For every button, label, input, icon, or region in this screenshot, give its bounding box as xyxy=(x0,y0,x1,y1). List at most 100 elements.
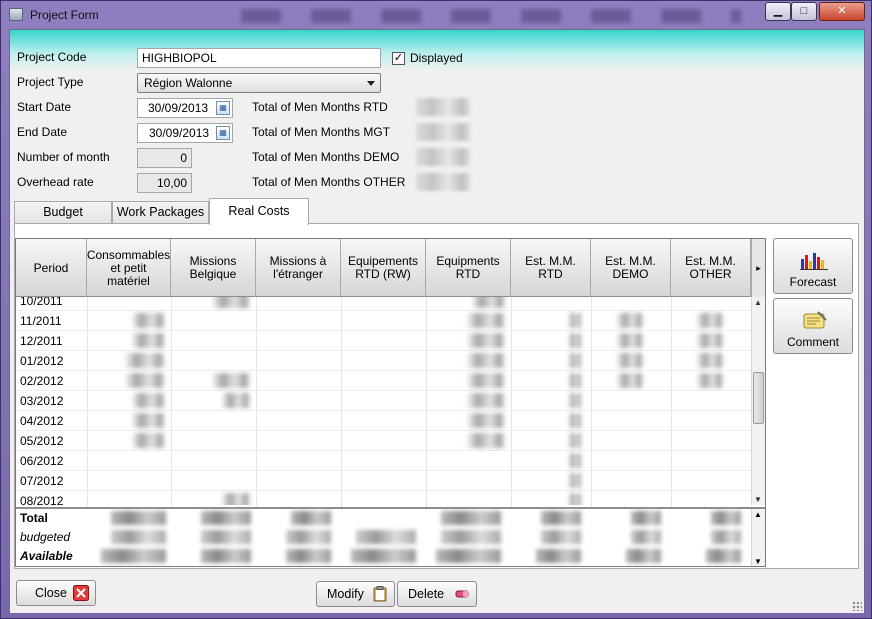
scroll-down-icon[interactable]: ▼ xyxy=(754,557,762,566)
tab-real-costs[interactable]: Real Costs xyxy=(209,198,309,225)
number-of-month-field: 0 xyxy=(137,148,192,168)
eraser-icon xyxy=(455,590,469,598)
redacted-cell xyxy=(568,453,582,468)
maximize-button[interactable]: □ xyxy=(791,2,817,21)
scroll-down-icon[interactable]: ▼ xyxy=(754,495,762,504)
scroll-up-icon[interactable]: ▲ xyxy=(754,298,762,307)
displayed-checkbox[interactable]: ✓ xyxy=(392,52,405,65)
col-header-est-mm-other[interactable]: Est. M.M. OTHER xyxy=(671,239,751,297)
redacted-cell xyxy=(466,433,506,448)
scroll-right-button[interactable]: ▸ xyxy=(751,239,765,297)
overhead-rate-input[interactable]: 10,00 xyxy=(137,173,192,193)
col-header-consommables[interactable]: Consommables et petit matériel xyxy=(87,239,171,297)
totals-scrollbar[interactable]: ▲ ▼ xyxy=(751,509,765,566)
blurred-background-strip xyxy=(241,9,741,23)
app-icon xyxy=(9,8,23,21)
scroll-up-icon[interactable]: ▲ xyxy=(754,510,762,519)
table-row[interactable]: 03/2012 xyxy=(16,391,751,411)
tab-work-packages[interactable]: Work Packages xyxy=(112,201,209,224)
real-costs-panel: Period Consommables et petit matériel Mi… xyxy=(14,223,859,569)
redacted-cell xyxy=(568,433,582,448)
total-mm-other-label: Total of Men Months OTHER xyxy=(252,175,406,189)
redacted-cell xyxy=(131,313,166,328)
grid-header: Period Consommables et petit matériel Mi… xyxy=(16,239,765,297)
col-header-est-mm-rtd[interactable]: Est. M.M. RTD xyxy=(511,239,591,297)
redacted-budget xyxy=(711,530,741,544)
tab-budget[interactable]: Budget xyxy=(14,201,112,224)
note-pencil-icon xyxy=(803,311,827,329)
redacted-cell xyxy=(568,393,582,408)
resize-grip[interactable] xyxy=(852,601,862,611)
redacted-cell xyxy=(131,413,166,428)
form-client-area: Project Code HIGHBIOPOL ✓ Displayed Proj… xyxy=(9,29,865,613)
delete-button[interactable]: Delete xyxy=(397,581,477,607)
redacted-total xyxy=(111,511,166,525)
total-mm-demo-value xyxy=(416,148,470,166)
redacted-available xyxy=(101,549,166,563)
start-date-input[interactable]: 30/09/2013 ▦ xyxy=(137,98,233,118)
redacted-total xyxy=(291,511,331,525)
redacted-total xyxy=(441,511,501,525)
table-row[interactable]: 12/2011 xyxy=(16,331,751,351)
calendar-icon[interactable]: ▦ xyxy=(216,126,230,140)
close-window-button[interactable]: ✕ xyxy=(819,2,865,21)
redacted-available xyxy=(351,549,416,563)
end-date-label: End Date xyxy=(17,125,68,139)
calendar-icon[interactable]: ▦ xyxy=(216,101,230,115)
table-row[interactable]: 02/2012 xyxy=(16,371,751,391)
redacted-cell xyxy=(568,333,582,348)
project-type-select[interactable]: Région Walonne xyxy=(137,73,381,93)
table-row[interactable]: 05/2012 xyxy=(16,431,751,451)
redacted-cell xyxy=(696,373,724,388)
delete-label: Delete xyxy=(408,587,445,601)
redacted-cell xyxy=(211,373,251,388)
redacted-cell xyxy=(696,353,724,368)
vertical-scrollbar[interactable]: ▲ ▼ xyxy=(751,297,765,505)
table-row[interactable]: 07/2012 xyxy=(16,471,751,491)
close-button[interactable]: Close xyxy=(16,580,96,606)
redacted-budget xyxy=(631,530,661,544)
redacted-cell xyxy=(616,333,644,348)
table-row[interactable]: 10/2011 xyxy=(16,297,751,311)
col-header-period[interactable]: Period xyxy=(16,239,87,297)
chevron-down-icon xyxy=(367,81,375,86)
table-row[interactable]: 11/2011 xyxy=(16,311,751,331)
forecast-button[interactable]: Forecast xyxy=(773,238,853,294)
period-cell: 02/2012 xyxy=(20,374,64,388)
period-cell: 12/2011 xyxy=(20,334,63,348)
end-date-input[interactable]: 30/09/2013 ▦ xyxy=(137,123,233,143)
table-row[interactable]: 01/2012 xyxy=(16,351,751,371)
minimize-button[interactable]: ▁ xyxy=(765,2,791,21)
project-code-label: Project Code xyxy=(17,50,87,64)
title-bar[interactable]: Project Form ▁ □ ✕ xyxy=(1,1,871,29)
redacted-budget xyxy=(111,530,166,544)
period-cell: 08/2012 xyxy=(20,494,64,505)
redacted-cell xyxy=(568,473,582,488)
col-header-est-mm-demo[interactable]: Est. M.M. DEMO xyxy=(591,239,671,297)
redacted-cell xyxy=(466,373,506,388)
redacted-cell xyxy=(568,413,582,428)
number-of-month-label: Number of month xyxy=(17,150,110,164)
redacted-available xyxy=(536,549,581,563)
project-code-input[interactable]: HIGHBIOPOL xyxy=(137,48,381,68)
redacted-total xyxy=(541,511,581,525)
real-costs-grid: Period Consommables et petit matériel Mi… xyxy=(15,238,766,567)
redacted-available xyxy=(436,549,501,563)
total-mm-rtd-label: Total of Men Months RTD xyxy=(252,100,388,114)
period-cell: 10/2011 xyxy=(20,297,63,308)
table-row[interactable]: 06/2012 xyxy=(16,451,751,471)
redacted-cell xyxy=(131,433,166,448)
redacted-cell xyxy=(131,393,166,408)
col-header-equipements-rtd-rw[interactable]: Equipements RTD (RW) xyxy=(341,239,426,297)
table-row[interactable]: 04/2012 xyxy=(16,411,751,431)
table-row[interactable]: 08/2012 xyxy=(16,491,751,505)
comment-button[interactable]: Comment xyxy=(773,298,853,354)
comment-label: Comment xyxy=(786,335,839,349)
col-header-missions-etranger[interactable]: Missions à l'étranger xyxy=(256,239,341,297)
modify-button[interactable]: Modify xyxy=(316,581,395,607)
col-header-missions-belgique[interactable]: Missions Belgique xyxy=(171,239,256,297)
clipboard-icon xyxy=(373,586,387,602)
scrollbar-thumb[interactable] xyxy=(753,372,764,424)
col-header-equipments-rtd[interactable]: Equipments RTD xyxy=(426,239,511,297)
total-mm-rtd-value xyxy=(416,98,470,116)
